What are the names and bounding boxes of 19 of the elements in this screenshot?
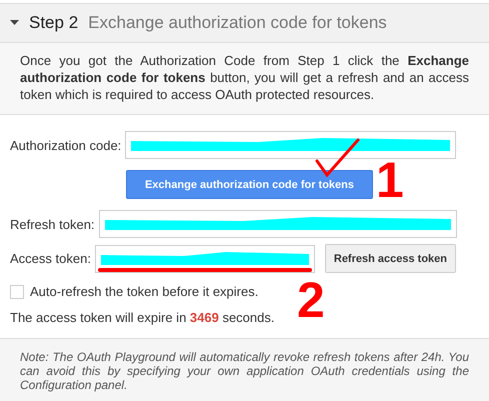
refresh-access-token-button[interactable]: Refresh access token [324, 244, 456, 273]
input-field[interactable] [98, 210, 457, 238]
note-text: Note: The OAuth Playground will automatically revoke refresh tokens after 24h. You can avoid this by specifying your own application OAuth credentials using the Configuration panel. [0, 339, 489, 401]
step-title: Exchange authorization code for tokens [88, 13, 387, 33]
field-label: Authorization code: [10, 138, 122, 152]
field-label: Access token: [10, 251, 91, 266]
section-header[interactable]: Step 2 Exchange authorization code for tokens [0, 3, 489, 43]
check-mark-drawing [314, 137, 360, 179]
description-text: Once you got the Authorization Code from Step 1 click the Exchange authorization code for tokens button, you will get a refresh and an access token which is required to access OAuth protected resources. [0, 43, 489, 115]
input-field[interactable] [125, 131, 456, 159]
checkbox[interactable] [10, 284, 24, 298]
input-field[interactable] [94, 244, 315, 272]
checkbox-label: Auto-refresh the token before it expires. [30, 284, 258, 299]
expiry-text: The access token will expire in 3469 seconds. [10, 310, 276, 325]
field-label: Refresh token: [10, 216, 95, 232]
annotation-number: 2 [297, 275, 325, 325]
annotation-number: 1 [376, 155, 404, 205]
step-number: Step 2 [29, 13, 78, 33]
collapse-caret-icon [10, 20, 19, 26]
